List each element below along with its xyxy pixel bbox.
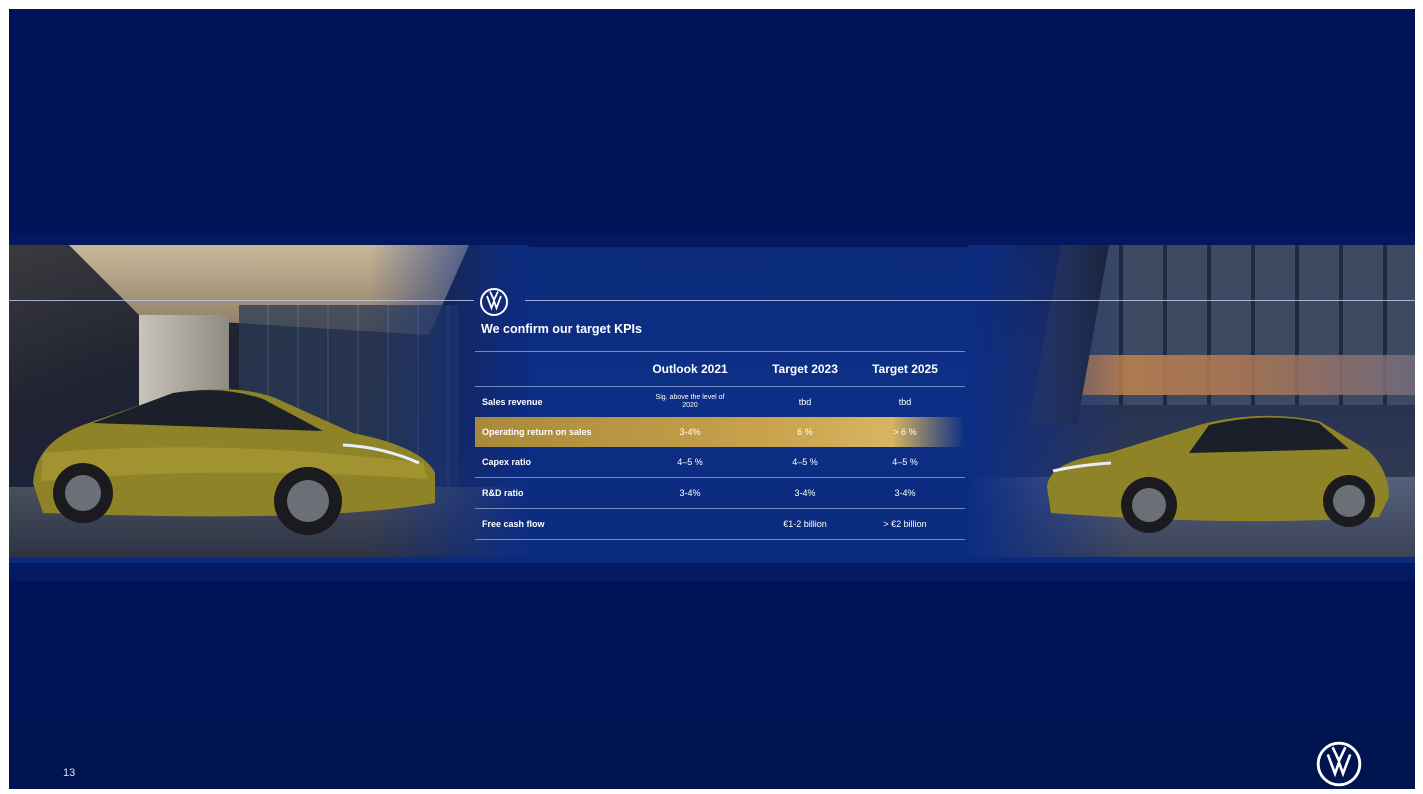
banner-bottom-band: [9, 563, 1415, 581]
row-value-2023: 3-4%: [794, 488, 816, 498]
table-rule: [475, 539, 965, 540]
row-label: Free cash flow: [482, 519, 545, 529]
row-value-2021: Sig. above the level of 2020: [655, 394, 725, 409]
row-label: R&D ratio: [482, 488, 524, 498]
table-row-capex-ratio: Capex ratio 4–5 % 4–5 % 4–5 %: [475, 447, 965, 477]
yellow-suv-right-image: [1047, 415, 1389, 533]
row-value-2025: > 6 %: [893, 427, 917, 437]
row-value-2023: tbd: [798, 397, 812, 407]
row-value-2021: [635, 509, 745, 539]
row-value-2023: 4–5 %: [792, 457, 818, 467]
vw-logo-icon: [480, 288, 508, 316]
header-outlook-2021: Outlook 2021: [652, 362, 728, 376]
banner-rule-left: [9, 300, 474, 301]
row-value-2025: > €2 billion: [883, 519, 927, 529]
table-header-row: Outlook 2021 Target 2023 Target 2025: [475, 352, 965, 386]
row-value-2021: 3-4%: [679, 427, 701, 437]
slide-title: We confirm our target KPIs: [481, 322, 642, 336]
header-target-2025: Target 2025: [872, 362, 938, 376]
row-value-2023: €1-2 billion: [783, 519, 827, 529]
row-value-2025: tbd: [898, 397, 912, 407]
page-number: 13: [63, 767, 76, 779]
yellow-suv-left-image: [33, 389, 435, 535]
row-label: Sales revenue: [482, 397, 543, 407]
row-value-2021: 3-4%: [679, 488, 701, 498]
kpi-table: Outlook 2021 Target 2023 Target 2025 Sal…: [475, 351, 965, 540]
footer-band: [9, 719, 1415, 789]
row-value-2023: 6 %: [797, 427, 813, 437]
row-value-2025: 3-4%: [894, 488, 916, 498]
banner-rule-right: [525, 300, 1415, 301]
slide: We confirm our target KPIs Outlook 2021 …: [9, 9, 1415, 789]
table-row-rd-ratio: R&D ratio 3-4% 3-4% 3-4%: [475, 478, 965, 508]
row-label: Capex ratio: [482, 457, 532, 467]
table-row-free-cash-flow: Free cash flow €1-2 billion > €2 billion: [475, 509, 965, 539]
row-value-2021: 4–5 %: [677, 457, 703, 467]
row-label: Operating return on sales: [482, 427, 592, 437]
vw-logo-icon: [1316, 741, 1362, 787]
header-target-2023: Target 2023: [772, 362, 838, 376]
photo-sunset-reflection: [1079, 355, 1415, 395]
table-row-operating-return: Operating return on sales 3-4% 6 % > 6 %: [475, 417, 965, 447]
table-row-sales-revenue: Sales revenue Sig. above the level of 20…: [475, 387, 965, 417]
kpi-banner: We confirm our target KPIs Outlook 2021 …: [9, 233, 1415, 581]
row-value-2025: 4–5 %: [892, 457, 918, 467]
